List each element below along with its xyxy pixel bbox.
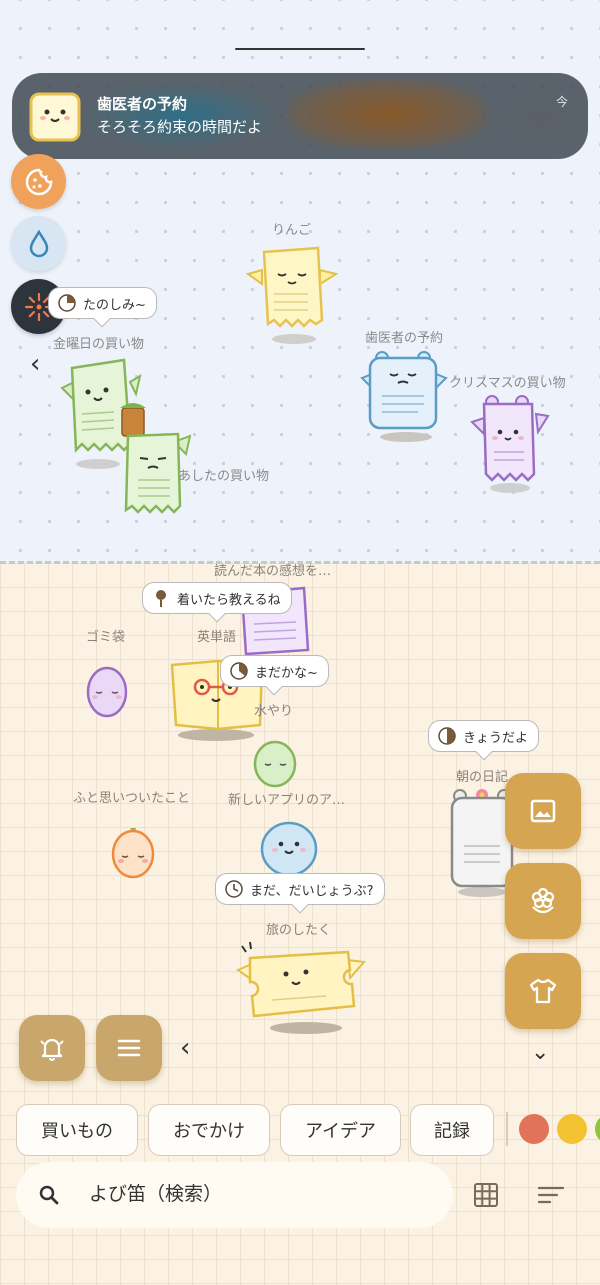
tag-bar: 買いもの おでかけ アイデア 記録 <box>0 1104 600 1156</box>
menu-button[interactable] <box>96 1015 162 1081</box>
flower-icon <box>531 887 555 914</box>
note-label-asa: 朝の日記 <box>456 770 509 785</box>
chevron-left-icon[interactable]: ‹ <box>30 351 40 377</box>
progress-pie-icon <box>438 727 456 745</box>
bubble-text: まだかな~ <box>255 665 318 681</box>
note-label-ashita: あしたの買い物 <box>178 469 270 484</box>
tag-outing[interactable]: おでかけ <box>148 1104 270 1156</box>
cookie-button[interactable] <box>11 154 66 209</box>
color-filter-red[interactable] <box>519 1114 549 1144</box>
notification-time: 今 <box>555 95 568 109</box>
color-filter-yellow[interactable] <box>557 1114 587 1144</box>
note-label-christmas: クリスマスの買い物 <box>449 376 566 391</box>
notification-body: そろそろ約束の時間だよ <box>97 118 263 136</box>
tag-record[interactable]: 記録 <box>410 1104 494 1156</box>
memo-yellow-character[interactable] <box>244 240 340 350</box>
egg-purple-character[interactable] <box>84 664 130 720</box>
sort-icon[interactable] <box>537 1185 565 1205</box>
water-drop-icon <box>29 229 48 257</box>
progress-pie-icon <box>58 294 76 312</box>
speech-bubble: たのしみ~ <box>48 287 157 319</box>
water-drop-button[interactable] <box>11 216 66 271</box>
search-icon <box>39 1185 59 1205</box>
bubble-text: きょうだよ <box>463 730 529 746</box>
note-label-haisha: 歯医者の予約 <box>365 331 444 346</box>
status-indicator <box>235 48 365 50</box>
tag-separator <box>506 1112 508 1146</box>
bell-icon <box>40 1038 64 1061</box>
note-label-yonda: 読んだ本の感想を… <box>214 564 332 579</box>
speech-bubble: 着いたら教えるね <box>142 582 292 614</box>
speech-bubble: まだかな~ <box>220 655 329 687</box>
menu-icon <box>117 1039 141 1057</box>
chevron-down-icon[interactable]: ⌄ <box>531 1040 549 1066</box>
shirt-icon <box>529 978 557 1004</box>
speech-bubble: きょうだよ <box>428 720 540 752</box>
memo-purple-character[interactable] <box>468 392 552 497</box>
note-label-tabi: 旅のしたく <box>266 923 332 938</box>
image-icon <box>530 799 556 823</box>
note-label-gomi: ゴミ袋 <box>86 630 126 645</box>
tag-shopping[interactable]: 買いもの <box>16 1104 138 1156</box>
note-label-ringo: りんご <box>272 223 312 238</box>
speech-bubble: まだ、だいじょうぶ? <box>215 873 385 905</box>
alarm-button[interactable] <box>19 1015 85 1081</box>
search-input[interactable] <box>89 1183 429 1205</box>
memo-character-icon <box>29 92 81 142</box>
note-label-mizuyari: 水やり <box>254 704 294 719</box>
progress-pie-icon <box>230 662 248 680</box>
notification-title: 歯医者の予約 <box>97 95 188 113</box>
note-label-kinyobi: 金曜日の買い物 <box>53 337 145 352</box>
clock-icon <box>225 880 243 898</box>
notification-banner[interactable]: 歯医者の予約 そろそろ約束の時間だよ 今 <box>12 73 588 159</box>
egg-blue-character[interactable] <box>259 820 319 878</box>
bubble-text: たのしみ~ <box>83 297 146 313</box>
search-bar[interactable] <box>16 1162 453 1228</box>
note-label-futo: ふと思いついたこと <box>73 791 191 806</box>
tag-idea[interactable]: アイデア <box>280 1104 401 1156</box>
pin-icon <box>156 590 166 607</box>
image-button[interactable] <box>505 773 581 849</box>
bubble-text: 着いたら教えるね <box>177 592 281 608</box>
cookie-icon <box>25 168 52 195</box>
note-label-eitango: 英単語 <box>197 630 237 645</box>
flower-button[interactable] <box>505 863 581 939</box>
memo-blue-character[interactable] <box>358 348 450 448</box>
egg-orange-character[interactable] <box>110 826 156 880</box>
note-label-app: 新しいアプリのア… <box>228 793 346 808</box>
ticket-yellow-character[interactable] <box>236 940 366 1040</box>
bubble-text: まだ、だいじょうぶ? <box>250 883 374 899</box>
grid-view-icon[interactable] <box>473 1182 499 1208</box>
chevron-left-icon[interactable]: ‹ <box>180 1035 190 1061</box>
shirt-button[interactable] <box>505 953 581 1029</box>
egg-green-character[interactable] <box>252 738 298 790</box>
